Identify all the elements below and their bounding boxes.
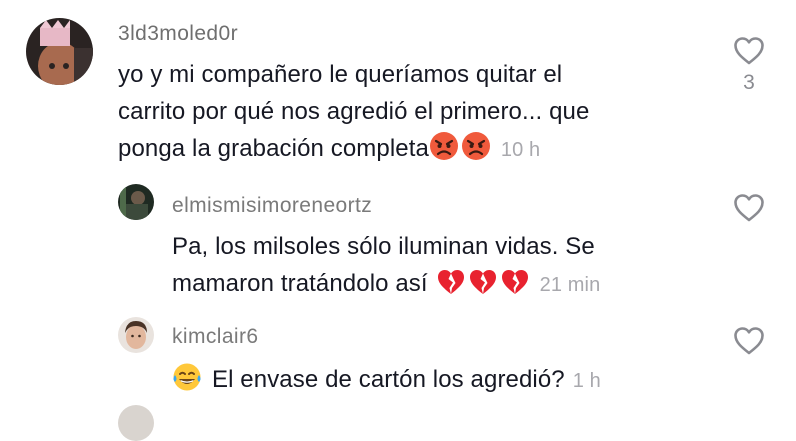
comment-time: 1 h [572, 370, 601, 392]
broken-heart-icon [436, 268, 466, 307]
comment-time: 10 h [500, 139, 541, 161]
like-count: 3 [743, 71, 755, 94]
comment-username[interactable]: kimclair6 [172, 325, 258, 349]
angry-face-icon [461, 131, 491, 172]
avatar[interactable] [118, 405, 154, 441]
heart-outline-icon [734, 327, 764, 355]
broken-heart-icon [468, 268, 498, 307]
face-with-tears-of-joy-icon [172, 362, 202, 403]
comment-line: El envase de cartón los agredió? 1 h [172, 361, 601, 403]
like-button[interactable]: 3 [726, 36, 772, 95]
comment-line: Pa, los milsoles sólo iluminan vidas. Se [172, 233, 595, 260]
comment-line: yo y mi compañero le queríamos quitar el [118, 61, 563, 88]
angry-face-icon [429, 131, 459, 172]
comment-line: mamaron tratándolo así 21 min [172, 265, 600, 307]
broken-heart-icon [500, 268, 530, 307]
like-button[interactable] [726, 326, 772, 355]
comment-line-text: mamaron tratándolo así [172, 270, 428, 297]
comment-text: yo y mi compañero le queríamos quitar el… [118, 56, 589, 172]
heart-outline-icon [734, 194, 764, 222]
avatar[interactable] [118, 317, 154, 353]
comment-time: 21 min [539, 274, 601, 296]
comment-line: carrito por qué nos agredió el primero..… [118, 98, 590, 125]
comment-line-text: ponga la grabación completa [118, 135, 429, 162]
comment-username[interactable]: 3ld3moled0r [118, 22, 238, 46]
comment-text: Pa, los milsoles sólo iluminan vidas. Se… [172, 228, 600, 307]
avatar[interactable] [26, 18, 93, 85]
comment-text: El envase de cartón los agredió? 1 h [172, 361, 601, 403]
comment-line: ponga la grabación completa 10 h [118, 130, 589, 172]
avatar[interactable] [118, 184, 154, 220]
comment-username[interactable]: elmismisimoreneortz [172, 194, 372, 218]
comment-line-text: El envase de cartón los agredió? [212, 366, 565, 393]
heart-outline-icon [734, 37, 764, 65]
like-button[interactable] [726, 193, 772, 222]
